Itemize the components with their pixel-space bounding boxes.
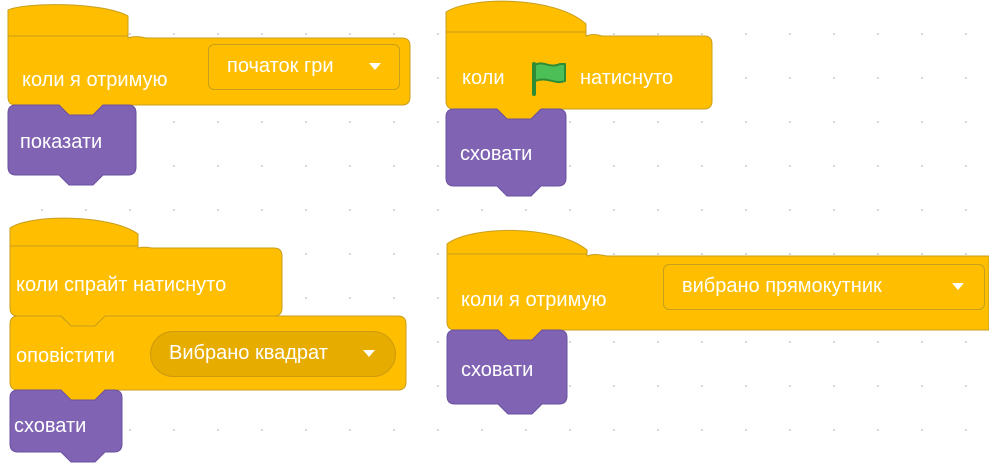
when-i-receive-label: коли я отримую: [461, 289, 607, 311]
hide-block-label[interactable]: сховати: [14, 414, 86, 438]
script-receive-start-shapes: [7, 4, 411, 186]
message-dropdown-value: вибрано прямокутник: [682, 275, 882, 297]
caret-down-icon: [369, 63, 381, 70]
broadcast-label: оповістити: [16, 345, 115, 367]
script-receive-rect-shapes: [446, 229, 989, 415]
caret-down-icon: [952, 283, 964, 290]
when-i-receive-label: коли я отримую: [22, 69, 168, 91]
show-block-label[interactable]: показати: [20, 130, 102, 154]
message-dropdown[interactable]: початок гри: [208, 44, 400, 90]
hide-block-label[interactable]: сховати: [460, 142, 532, 166]
when-label: коли: [462, 67, 505, 89]
broadcast-message-value: Вибрано квадрат: [169, 342, 328, 364]
script-flag-clicked-shapes: [445, 0, 713, 197]
message-dropdown-value: початок гри: [227, 55, 334, 77]
when-sprite-clicked-label: коли спрайт натиснуто: [16, 274, 227, 296]
message-dropdown[interactable]: вибрано прямокутник: [663, 264, 985, 310]
broadcast-message-dropdown[interactable]: Вибрано квадрат: [150, 331, 396, 377]
clicked-label: натиснуто: [580, 67, 674, 89]
green-flag-icon: [532, 62, 566, 96]
hide-block-label[interactable]: сховати: [461, 358, 533, 382]
caret-down-icon: [363, 350, 375, 357]
